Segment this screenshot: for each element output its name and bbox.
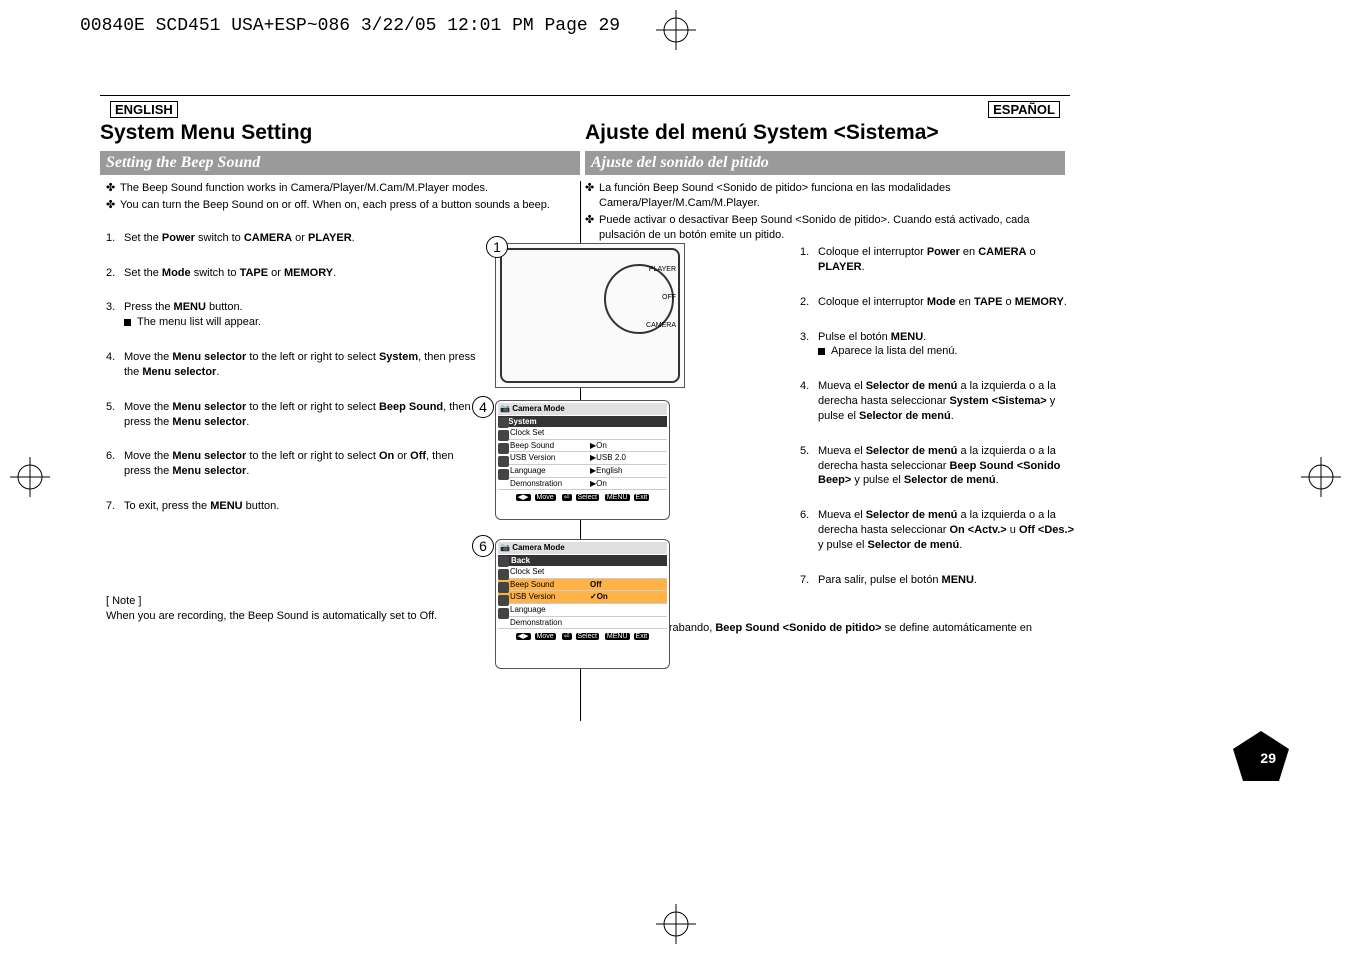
spanish-column-intro: ✤La función Beep Sound <Sonido de pitido…: [585, 181, 1065, 244]
section-title-spanish: Ajuste del menú System <Sistema>: [585, 121, 939, 145]
intro-text: You can turn the Beep Sound on or off. W…: [120, 198, 566, 213]
step-number: 1.: [800, 245, 818, 275]
english-column: ✤The Beep Sound function works in Camera…: [106, 181, 476, 624]
dial-label-off: OFF: [662, 294, 676, 301]
menu-item-key: USB Version: [510, 453, 590, 463]
note-heading: [ Note ]: [106, 594, 476, 609]
menu-item-key: Clock Set: [510, 428, 590, 438]
menu-item-value: ▶USB 2.0: [590, 453, 626, 463]
menu-screen-system: 📷 Camera Mode ▶System Clock Set Beep Sou…: [495, 400, 670, 520]
crop-mark-icon: [10, 457, 50, 497]
subsection-title-english: Setting the Beep Sound: [100, 151, 580, 175]
step-text: To exit, press the MENU button.: [124, 499, 476, 514]
step-text: Set the Mode switch to TAPE or MEMORY.: [124, 266, 476, 281]
menu-item-key: Clock Set: [510, 567, 590, 577]
step-number: 4.: [800, 379, 818, 424]
dial-label-camera: CAMERA: [646, 322, 676, 329]
menu-item-value: Off: [590, 580, 602, 590]
page-root: 00840E SCD451 USA+ESP~086 3/22/05 12:01 …: [0, 0, 1351, 954]
step-number: 6.: [800, 508, 818, 553]
step-number: 5.: [106, 400, 124, 430]
spanish-column-steps: 1.Coloque el interruptor Power en CAMERA…: [800, 245, 1080, 592]
menu-item-key: Beep Sound: [510, 441, 590, 451]
language-badge-english: ENGLISH: [110, 101, 178, 118]
step-number: 3.: [106, 300, 124, 330]
step-text: Para salir, pulse el botón MENU.: [818, 573, 1080, 588]
menu-footer: ◀▶Move ⏎Select MENUExit: [498, 494, 667, 502]
menu-title: 📷 Camera Mode: [498, 542, 667, 554]
menu-category: ▶System: [498, 416, 667, 428]
menu-icon-column: [498, 556, 510, 621]
step-text: Mueva el Selector de menú a la izquierda…: [818, 508, 1080, 553]
crop-mark-icon: [1301, 457, 1341, 497]
bullet-icon: ✤: [106, 181, 120, 196]
step-text: Move the Menu selector to the left or ri…: [124, 449, 476, 479]
intro-text: Puede activar o desactivar Beep Sound <S…: [599, 213, 1065, 243]
step-number: 7.: [106, 499, 124, 514]
menu-item-key: USB Version: [510, 592, 590, 602]
menu-item-value: ▶On: [590, 441, 607, 451]
step-number: 4.: [106, 350, 124, 380]
menu-icon-column: [498, 417, 510, 482]
menu-item-value: ▶English: [590, 466, 622, 476]
note-body: When you are recording, the Beep Sound i…: [106, 609, 476, 624]
step-circle-4: 4: [472, 396, 494, 418]
crop-mark-icon: [656, 904, 696, 944]
step-circle-6: 6: [472, 535, 494, 557]
step-number: 1.: [106, 231, 124, 246]
menu-item-key: Language: [510, 466, 590, 476]
step-text: Coloque el interruptor Mode en TAPE o ME…: [818, 295, 1080, 310]
step-number: 7.: [800, 573, 818, 588]
menu-back: ⬆ Back: [498, 555, 667, 567]
menu-item-key: Demonstration: [510, 618, 590, 628]
dial-label-player: PLAYER: [649, 266, 676, 273]
intro-text: La función Beep Sound <Sonido de pitido>…: [599, 181, 1065, 211]
step-text: Move the Menu selector to the left or ri…: [124, 400, 476, 430]
bullet-icon: ✤: [106, 198, 120, 213]
menu-title: 📷 Camera Mode: [498, 403, 667, 415]
step-number: 3.: [800, 330, 818, 360]
step-text: Set the Power switch to CAMERA or PLAYER…: [124, 231, 476, 246]
menu-footer: ◀▶Move ⏎Select MENUExit: [498, 633, 667, 641]
step-text: Mueva el Selector de menú a la izquierda…: [818, 379, 1080, 424]
content-frame: ENGLISH ESPAÑOL System Menu Setting Ajus…: [100, 95, 1070, 181]
bullet-icon: ✤: [585, 181, 599, 211]
step-circle-1: 1: [486, 236, 508, 258]
menu-item-key: Demonstration: [510, 479, 590, 489]
crop-mark-icon: [656, 10, 696, 50]
step-text: Coloque el interruptor Power en CAMERA o…: [818, 245, 1080, 275]
step-text: Press the MENU button.The menu list will…: [124, 300, 476, 330]
file-header-line: 00840E SCD451 USA+ESP~086 3/22/05 12:01 …: [80, 16, 620, 36]
menu-screen-beep-sound: 📷 Camera Mode ⬆ Back Clock Set Beep Soun…: [495, 539, 670, 669]
menu-item-value: ✓On: [590, 592, 608, 602]
step-number: 2.: [800, 295, 818, 310]
step-text: Mueva el Selector de menú a la izquierda…: [818, 444, 1080, 489]
step-number: 2.: [106, 266, 124, 281]
bullet-icon: ✤: [585, 213, 599, 243]
step-text: Pulse el botón MENU.Aparece la lista del…: [818, 330, 1080, 360]
subsection-title-spanish: Ajuste del sonido del pitido: [585, 151, 1065, 175]
language-badge-spanish: ESPAÑOL: [988, 101, 1060, 118]
page-number: 29: [1260, 750, 1276, 766]
menu-item-key: Beep Sound: [510, 580, 590, 590]
menu-item-key: Language: [510, 605, 590, 615]
step-number: 5.: [800, 444, 818, 489]
step-number: 6.: [106, 449, 124, 479]
step-text: Move the Menu selector to the left or ri…: [124, 350, 476, 380]
intro-text: The Beep Sound function works in Camera/…: [120, 181, 566, 196]
camera-power-illustration: PLAYER OFF CAMERA: [495, 243, 685, 388]
menu-item-value: ▶On: [590, 479, 607, 489]
